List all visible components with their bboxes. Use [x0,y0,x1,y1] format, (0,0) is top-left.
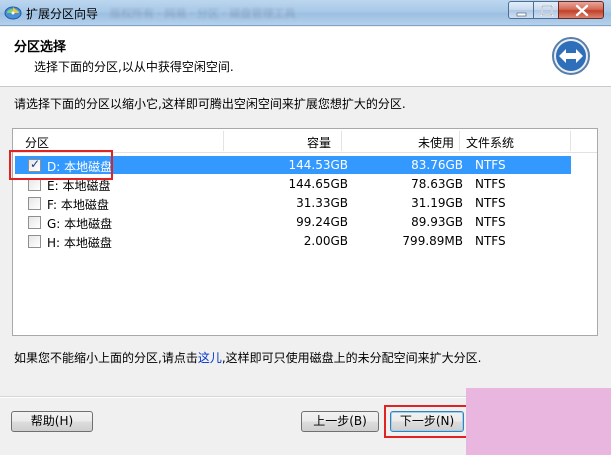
partition-filesystem: NTFS [475,158,506,172]
partition-row-g[interactable]: G: 本地磁盘 99.24GB 89.93GB NTFS [15,213,571,231]
wizard-header: 分区选择 选择下面的分区,以从中获得空闲空间. [0,27,611,87]
maximize-button[interactable] [533,1,559,19]
title-bar[interactable]: 扩展分区向导 版权所有 · 网易 · 分区 · 磁盘管理工具 [0,0,611,26]
column-header-unused[interactable]: 未使用 [418,134,454,151]
partition-filesystem: NTFS [475,196,506,210]
partition-filesystem: NTFS [475,234,506,248]
column-header-partition[interactable]: 分区 [25,134,49,151]
partition-filesystem: NTFS [475,215,506,229]
expand-partition-wizard-window: 扩展分区向导 版权所有 · 网易 · 分区 · 磁盘管理工具 分区选择 选择下面… [0,0,611,455]
close-icon [575,4,589,17]
minimize-button[interactable] [508,1,534,19]
column-divider [341,131,342,151]
partition-checkbox-g[interactable] [28,216,41,229]
red-highlight-next [384,405,468,438]
shrink-note: 如果您不能缩小上面的分区,请点击这儿,这样即可只使用磁盘上的未分配空间来扩大分区… [14,349,481,366]
partition-capacity: 2.00GB [303,234,348,248]
partition-name: G: 本地磁盘 [47,217,113,231]
instruction-text: 请选择下面的分区以缩小它,这样即可腾出空闲空间来扩展您想扩大的分区. [14,97,406,111]
partition-name: F: 本地磁盘 [47,198,109,212]
column-divider [459,131,460,151]
partition-filesystem: NTFS [475,177,506,191]
minimize-icon [516,12,527,17]
partition-checkbox-f[interactable] [28,197,41,210]
partition-unused: 799.89MB [402,234,463,248]
back-button[interactable]: 上一步(B) [301,411,379,432]
maximize-icon [541,5,553,16]
partition-row-h[interactable]: H: 本地磁盘 2.00GB 799.89MB NTFS [15,232,571,250]
app-icon [4,6,22,20]
expand-arrows-icon [552,37,590,75]
column-divider [223,131,224,151]
partition-capacity: 99.24GB [296,215,348,229]
partition-unused: 78.63GB [411,177,463,191]
partition-capacity: 31.33GB [296,196,348,210]
partition-row-f[interactable]: F: 本地磁盘 31.33GB 31.19GB NTFS [15,194,571,212]
note-text-after: ,这样即可只使用磁盘上的未分配空间来扩大分区. [221,351,482,365]
page-title: 分区选择 [14,40,67,55]
partition-capacity: 144.53GB [288,158,348,172]
note-text-before: 如果您不能缩小上面的分区,请点击 [14,351,198,365]
window-title: 扩展分区向导 [26,7,99,21]
partition-name: H: 本地磁盘 [47,236,112,250]
partition-unused: 83.76GB [411,158,463,172]
column-header-filesystem[interactable]: 文件系统 [466,134,514,151]
page-subtitle: 选择下面的分区,以从中获得空闲空间. [34,60,234,74]
partition-capacity: 144.65GB [288,177,348,191]
close-button[interactable] [558,1,604,19]
partition-unused: 31.19GB [411,196,463,210]
partition-checkbox-h[interactable] [28,235,41,248]
column-header-capacity[interactable]: 容量 [307,134,331,151]
help-button[interactable]: 帮助(H) [11,411,93,432]
blurred-title-text: 版权所有 · 网易 · 分区 · 磁盘管理工具 [110,7,296,20]
partition-unused: 89.93GB [411,215,463,229]
click-here-link[interactable]: 这儿 [198,351,222,365]
column-divider [570,131,571,151]
red-highlight-checkbox [9,150,113,180]
background-edge [466,388,611,455]
